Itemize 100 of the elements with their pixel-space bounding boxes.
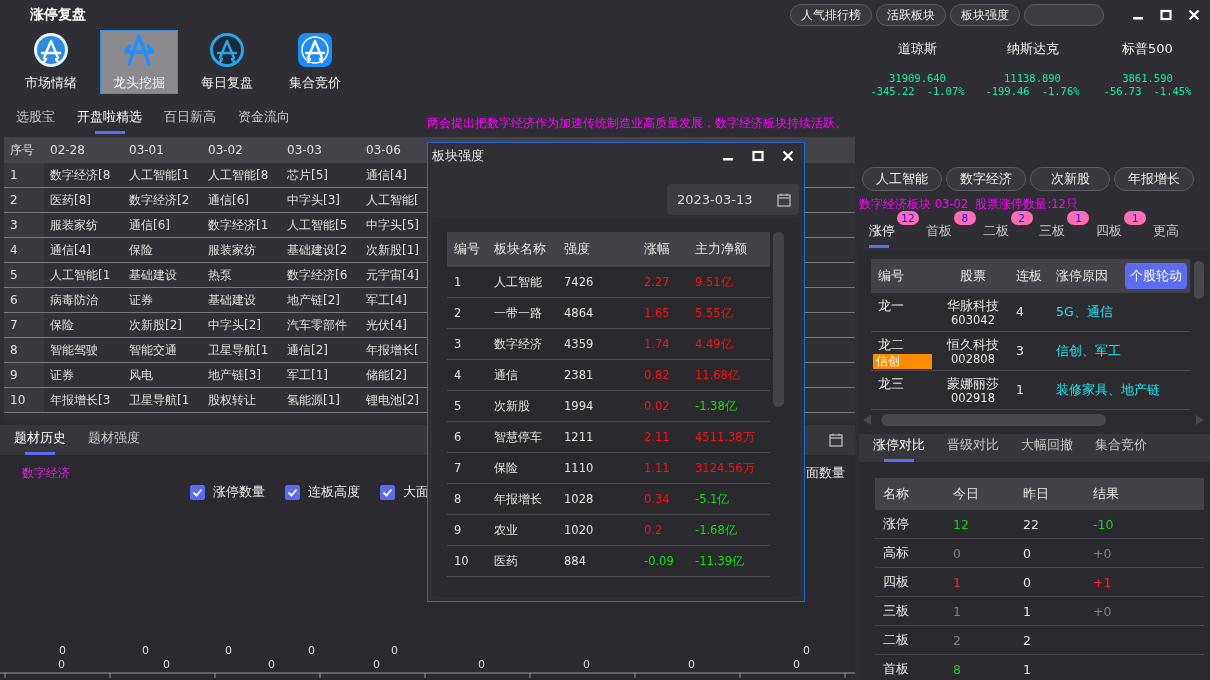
table-cell-text: 二板 (882, 631, 910, 649)
column-header: 今日 (952, 485, 980, 503)
rank-label: 龙一 (878, 298, 904, 315)
value-label: 0 (268, 658, 275, 671)
value-label: 0 (391, 644, 398, 657)
nav-item[interactable]: 每日复盘 (188, 30, 266, 94)
tab[interactable]: 资金流向 (238, 106, 290, 134)
column-header: 03-01 (128, 142, 165, 159)
tab[interactable]: 晋级对比 (947, 434, 999, 462)
tab[interactable]: 百日新高 (164, 106, 216, 134)
table-cell-text: 8 (453, 492, 463, 506)
table-cell-text: 4511.38万 (695, 429, 756, 445)
table-cell-text: 通信 (494, 367, 519, 383)
table-cell-text: 0.2 (644, 523, 664, 537)
table-cell-text: 1.65 (644, 306, 671, 320)
row-number: 4 (4, 238, 44, 262)
table-cell-text: 3 (1015, 342, 1025, 358)
table-cell-text: 基础建设[2 (286, 242, 349, 259)
tab[interactable]: 二板 (982, 220, 1009, 248)
table-cell-text: 1994 (564, 399, 595, 413)
nav-item[interactable]: 集合竞价 (276, 30, 354, 94)
tab[interactable]: 首板 (925, 220, 952, 248)
index-value: 11138.890 (1004, 72, 1061, 85)
table-cell-text: 通信[6] (207, 192, 250, 209)
table-cell-text: -1.68亿 (695, 522, 738, 538)
checkbox-label[interactable]: 连板高度 (308, 483, 360, 501)
tab[interactable]: 四板 (1096, 220, 1123, 248)
table-cell-text: 地产链[3] (207, 367, 262, 384)
sector-tag[interactable]: 年报增长 (1114, 167, 1194, 191)
table-cell-text: 数字经济[8 (49, 167, 112, 184)
table-cell-text: 智能驾驶 (49, 342, 99, 359)
table-cell-text: 年报增长[3 (49, 392, 112, 409)
tab[interactable]: 题材强度 (88, 427, 140, 455)
column-header: 编号 (453, 241, 481, 258)
sector-tag[interactable]: 数字经济 (946, 167, 1026, 191)
checkbox-icon[interactable] (285, 484, 300, 500)
toolbar-button[interactable]: 板块强度 (950, 4, 1020, 26)
table-cell-text: 8 (952, 661, 962, 677)
value-label: 0 (803, 644, 810, 657)
app-icon (33, 32, 69, 68)
scrollbar[interactable] (773, 232, 784, 407)
toolbar-button[interactable]: 活跃板块 (876, 4, 946, 26)
table-cell-text: 1028 (564, 492, 595, 506)
value-label: 0 (58, 658, 65, 671)
count-badge: 12 (897, 211, 919, 225)
maximize-icon[interactable] (752, 150, 764, 162)
checkbox-label[interactable]: 涨停数量 (213, 483, 265, 501)
table-cell-text: 保险 (494, 460, 519, 476)
maximize-icon[interactable] (1160, 9, 1172, 21)
table-cell-text: 涨停 (882, 515, 910, 533)
close-icon[interactable] (1188, 9, 1200, 21)
search-field[interactable] (1024, 4, 1104, 26)
table-cell-text: 保险 (128, 242, 154, 259)
sector-tag[interactable]: 次新股 (1030, 167, 1110, 191)
row-number: 10 (4, 388, 44, 412)
tab[interactable]: 集合竞价 (1095, 434, 1147, 462)
close-icon[interactable] (782, 150, 794, 162)
table-cell-text: -0.09 (644, 554, 675, 568)
checkbox-label[interactable]: 大面 (403, 483, 429, 501)
tab[interactable]: 选股宝 (16, 106, 55, 134)
calendar-icon[interactable] (777, 192, 791, 207)
table-cell-text: 1 (1015, 381, 1025, 397)
horizontal-scrollbar[interactable] (881, 414, 1106, 426)
table-cell-text: 2 (1022, 632, 1032, 648)
stock-code: 002918 (951, 391, 995, 406)
checkbox-icon[interactable] (380, 484, 395, 500)
table-cell-text: 地产链[2] (286, 292, 341, 309)
table-cell-text: 氢能源[1] (286, 392, 341, 409)
row-number: 5 (4, 263, 44, 287)
table-cell-text: 884 (564, 554, 587, 568)
date-field[interactable]: 2023-03-13 (667, 184, 799, 215)
tab[interactable]: 大幅回撤 (1021, 434, 1073, 462)
table-cell-text: 证券 (128, 292, 154, 309)
table-cell-text: 农业 (494, 522, 519, 538)
checkbox-icon[interactable] (190, 484, 205, 500)
index-percent: -1.45% (1153, 85, 1192, 98)
toolbar-button[interactable]: 人气排行榜 (790, 4, 872, 26)
rotation-button[interactable]: 个股轮动 (1125, 263, 1187, 289)
table-cell-text: 服装家纺 (49, 217, 99, 234)
table-cell-text: 4.49亿 (695, 336, 734, 352)
tab[interactable]: 三板 (1039, 220, 1066, 248)
table-cell-text: 4864 (564, 306, 595, 320)
legend-label: 面数量 (806, 464, 845, 482)
nav-item[interactable]: 市场情绪 (12, 30, 90, 94)
rank-label: 龙三 (878, 376, 904, 393)
table-cell-text: 储能[2] (365, 367, 408, 384)
calendar-icon[interactable] (829, 433, 843, 447)
scrollbar[interactable] (1194, 261, 1204, 299)
table-cell-text: 3124.56万 (695, 460, 756, 476)
table-cell-text: 1.11 (644, 461, 671, 475)
stock-name: 华脉科技 (947, 298, 999, 313)
value-label: 0 (478, 658, 485, 671)
table-cell-text: 6 (453, 430, 463, 444)
table-cell-text: 人工智能[5 (286, 217, 349, 234)
index-change: -56.73 (1103, 85, 1142, 98)
column-header: 03-03 (286, 142, 323, 159)
tab[interactable]: 更高 (1153, 220, 1180, 248)
sector-tag[interactable]: 人工智能 (862, 167, 942, 191)
index-value: 31909.640 (889, 72, 946, 85)
table-cell-text: 中字头[2] (207, 317, 262, 334)
